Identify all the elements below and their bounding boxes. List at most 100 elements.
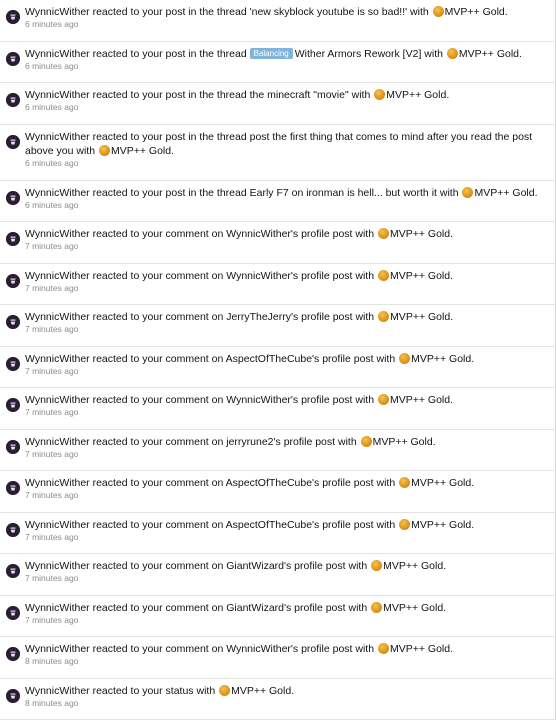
reaction-label: MVP++ Gold bbox=[411, 477, 471, 489]
thread-prefix-badge[interactable]: Balancing bbox=[250, 48, 293, 59]
username-link[interactable]: WynnicWither bbox=[25, 48, 90, 60]
alert-end: . bbox=[450, 643, 453, 655]
thread-link[interactable]: GiantWizard's profile post bbox=[226, 560, 345, 572]
alert-end: . bbox=[505, 6, 508, 18]
avatar[interactable] bbox=[6, 191, 20, 205]
alert-action-text: reacted to your post in the thread bbox=[90, 48, 250, 60]
reaction-label: MVP++ Gold bbox=[390, 311, 450, 323]
avatar[interactable] bbox=[6, 440, 20, 454]
avatar[interactable] bbox=[6, 315, 20, 329]
avatar[interactable] bbox=[6, 647, 20, 661]
reaction-label: MVP++ Gold bbox=[474, 187, 534, 199]
reaction-icon bbox=[399, 353, 410, 364]
timestamp: 6 minutes ago bbox=[25, 102, 548, 113]
alert-content: WynnicWither reacted to your status with… bbox=[25, 684, 548, 709]
alert-action-text: reacted to your comment on bbox=[90, 602, 227, 614]
alert-end: . bbox=[519, 48, 522, 60]
thread-link[interactable]: WynnicWither's profile post bbox=[226, 643, 352, 655]
alert-end: . bbox=[171, 145, 174, 157]
timestamp: 7 minutes ago bbox=[25, 407, 548, 418]
thread-link[interactable]: JerryTheJerry's profile post bbox=[226, 311, 352, 323]
avatar[interactable] bbox=[6, 10, 20, 24]
thread-link[interactable]: GiantWizard's profile post bbox=[226, 602, 345, 614]
avatar[interactable] bbox=[6, 232, 20, 246]
username-link[interactable]: WynnicWither bbox=[25, 477, 90, 489]
username-link[interactable]: WynnicWither bbox=[25, 228, 90, 240]
username-link[interactable]: WynnicWither bbox=[25, 602, 90, 614]
thread-link[interactable]: AspectOfTheCube's profile post bbox=[226, 519, 374, 531]
alert-text: WynnicWither reacted to your status with… bbox=[25, 684, 548, 698]
alert-with-text: with bbox=[374, 519, 399, 531]
alert-text-part: above you with bbox=[25, 145, 98, 157]
thread-link[interactable]: 'new skyblock youtube is so bad!!' bbox=[250, 6, 408, 18]
username-link[interactable]: WynnicWither bbox=[25, 6, 90, 18]
reaction-label: MVP++ Gold bbox=[390, 643, 450, 655]
timestamp: 6 minutes ago bbox=[25, 200, 548, 211]
alert-end: . bbox=[450, 394, 453, 406]
reaction-icon bbox=[99, 145, 110, 156]
alert-text-line1: reacted to your post in the thread post … bbox=[90, 131, 532, 143]
reaction-icon bbox=[371, 560, 382, 571]
thread-link[interactable]: WynnicWither's profile post bbox=[226, 270, 352, 282]
username-link[interactable]: WynnicWither bbox=[25, 353, 90, 365]
alert-item: WynnicWither reacted to your post in the… bbox=[0, 0, 556, 42]
reaction-icon bbox=[219, 685, 230, 696]
reaction-icon bbox=[378, 311, 389, 322]
username-link[interactable]: WynnicWither bbox=[25, 643, 90, 655]
alert-content: WynnicWither reacted to your comment on … bbox=[25, 393, 548, 418]
username-link[interactable]: WynnicWither bbox=[25, 270, 90, 282]
reaction-icon bbox=[378, 270, 389, 281]
username-link[interactable]: WynnicWither bbox=[25, 560, 90, 572]
avatar[interactable] bbox=[6, 52, 20, 66]
alert-content: WynnicWither reacted to your comment on … bbox=[25, 559, 548, 584]
alert-with-text: with bbox=[352, 270, 377, 282]
alert-text: WynnicWither reacted to your comment on … bbox=[25, 352, 548, 366]
username-link[interactable]: WynnicWither bbox=[25, 89, 90, 101]
avatar[interactable] bbox=[6, 564, 20, 578]
thread-link[interactable]: the minecraft "movie" bbox=[250, 89, 349, 101]
thread-link[interactable]: jerryrune2's profile post bbox=[226, 436, 335, 448]
username-link[interactable]: WynnicWither bbox=[25, 131, 90, 143]
avatar[interactable] bbox=[6, 274, 20, 288]
alert-item: WynnicWither reacted to your comment on … bbox=[0, 554, 556, 596]
thread-link[interactable]: AspectOfTheCube's profile post bbox=[226, 353, 374, 365]
username-link[interactable]: WynnicWither bbox=[25, 311, 90, 323]
alert-text: WynnicWither reacted to your comment on … bbox=[25, 642, 548, 656]
thread-link[interactable]: Wither Armors Rework [V2] bbox=[295, 48, 422, 60]
username-link[interactable]: WynnicWither bbox=[25, 394, 90, 406]
avatar[interactable] bbox=[6, 357, 20, 371]
alert-end: . bbox=[471, 477, 474, 489]
username-link[interactable]: WynnicWither bbox=[25, 685, 90, 697]
alert-end: . bbox=[450, 311, 453, 323]
timestamp: 7 minutes ago bbox=[25, 573, 548, 584]
thread-link[interactable]: WynnicWither's profile post bbox=[226, 228, 352, 240]
alert-content: WynnicWither reacted to your comment on … bbox=[25, 642, 548, 667]
avatar[interactable] bbox=[6, 481, 20, 495]
alert-with-text: with bbox=[346, 602, 371, 614]
avatar[interactable] bbox=[6, 606, 20, 620]
thread-link[interactable]: WynnicWither's profile post bbox=[226, 394, 352, 406]
alert-text: WynnicWither reacted to your comment on … bbox=[25, 269, 548, 283]
alert-item: WynnicWither reacted to your status with… bbox=[0, 679, 556, 720]
avatar[interactable] bbox=[6, 523, 20, 537]
avatar[interactable] bbox=[6, 689, 20, 703]
thread-link[interactable]: AspectOfTheCube's profile post bbox=[226, 477, 374, 489]
thread-link[interactable]: Early F7 on ironman is hell... but worth… bbox=[250, 187, 437, 199]
thread-link[interactable]: status bbox=[166, 685, 194, 697]
alert-content: WynnicWither reacted to your post in the… bbox=[25, 130, 548, 169]
avatar[interactable] bbox=[6, 93, 20, 107]
alert-item: WynnicWither reacted to your comment on … bbox=[0, 388, 556, 430]
username-link[interactable]: WynnicWither bbox=[25, 519, 90, 531]
reaction-label: MVP++ Gold bbox=[390, 228, 450, 240]
alerts-list: WynnicWither reacted to your post in the… bbox=[0, 0, 556, 720]
avatar[interactable] bbox=[6, 135, 20, 149]
avatar[interactable] bbox=[6, 398, 20, 412]
alert-action-text: reacted to your bbox=[90, 685, 166, 697]
username-link[interactable]: WynnicWither bbox=[25, 187, 90, 199]
alert-item: WynnicWither reacted to your comment on … bbox=[0, 513, 556, 555]
alert-item: WynnicWither reacted to your post in the… bbox=[0, 83, 556, 125]
alert-with-text: with bbox=[353, 311, 378, 323]
username-link[interactable]: WynnicWither bbox=[25, 436, 90, 448]
timestamp: 7 minutes ago bbox=[25, 324, 548, 335]
alert-action-text: reacted to your comment on bbox=[90, 270, 227, 282]
